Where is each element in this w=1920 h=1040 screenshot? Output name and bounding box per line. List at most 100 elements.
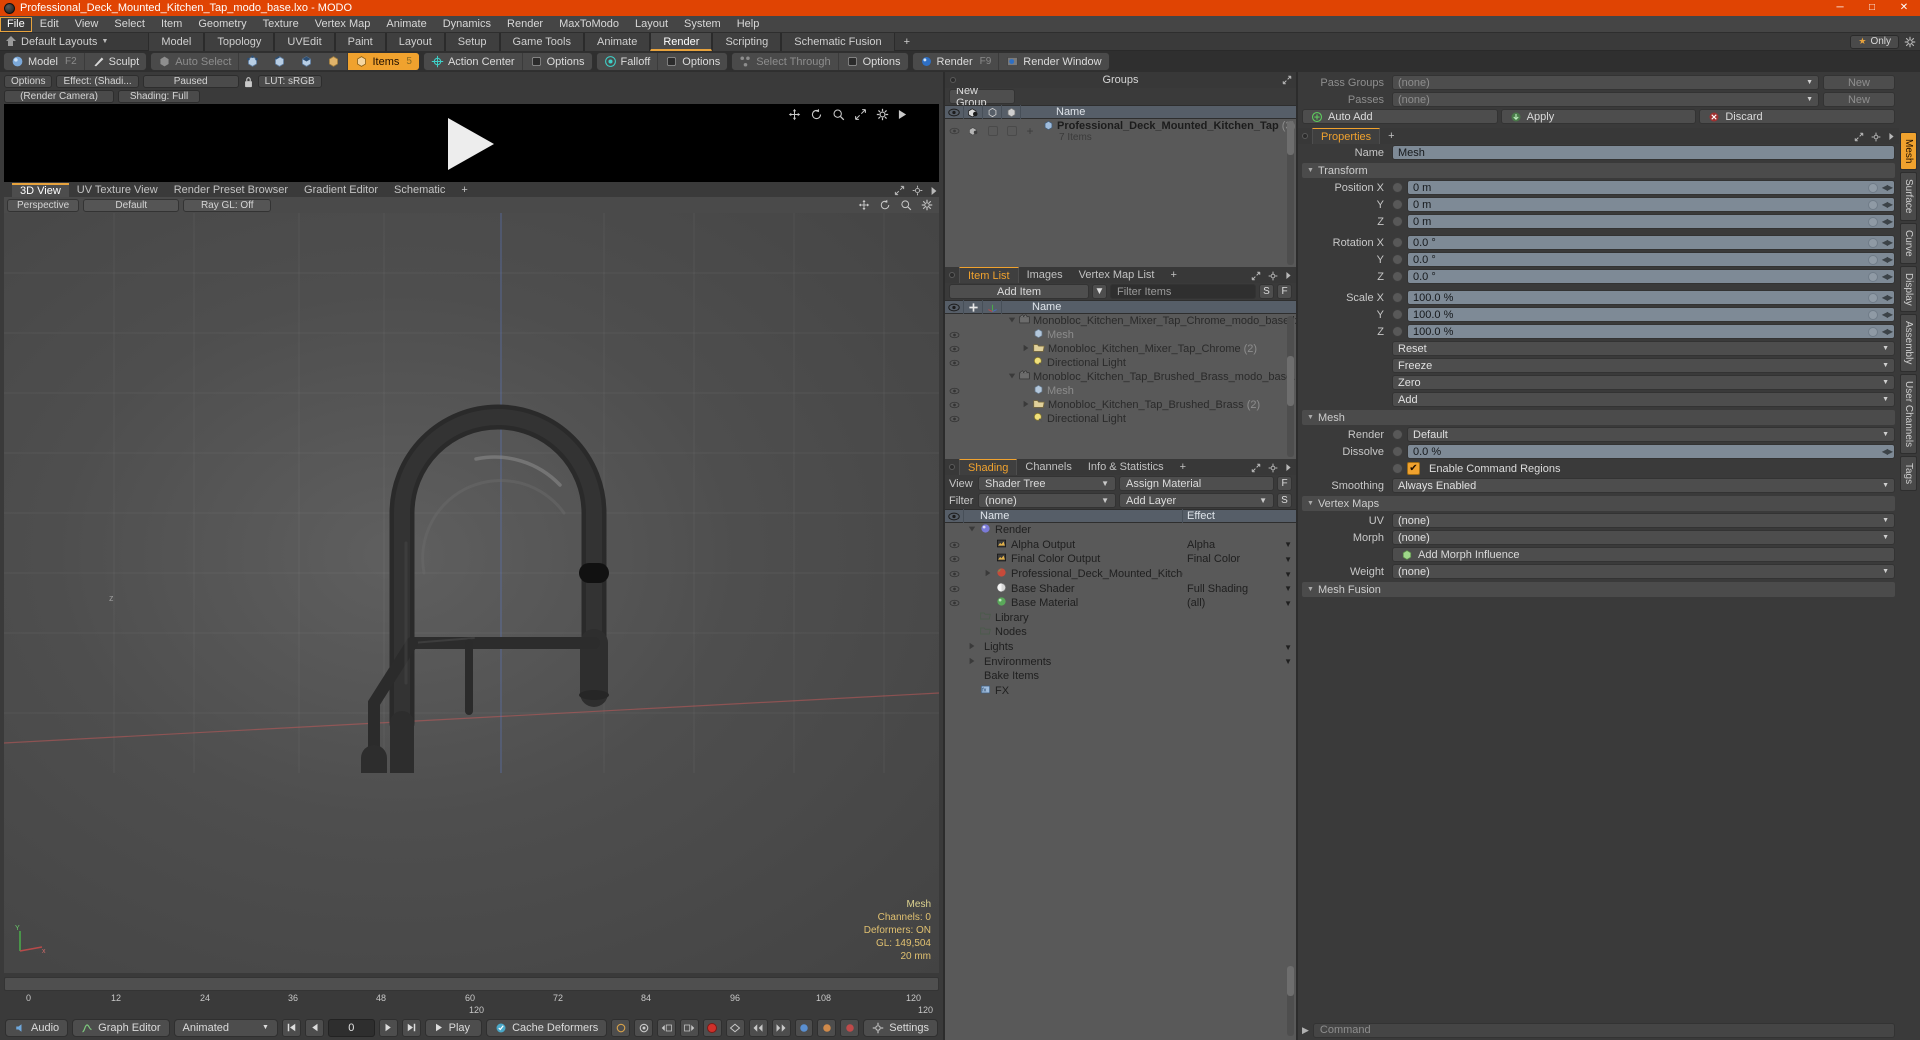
side-tab-tags[interactable]: Tags [1900, 455, 1917, 492]
item-list-row[interactable]: Directional Light [945, 356, 1296, 370]
shading-s-button[interactable]: S [1277, 493, 1292, 508]
tab-add[interactable]: + [1380, 128, 1402, 144]
zero-dropdown[interactable]: Zero [1392, 375, 1895, 390]
row-expander[interactable] [968, 641, 976, 653]
new-group-button[interactable]: New Group [949, 85, 1015, 109]
layout-tab-setup[interactable]: Setup [444, 32, 500, 51]
shading-f-button[interactable]: F [1277, 476, 1292, 491]
reset-dropdown[interactable]: Reset [1392, 341, 1895, 356]
settings-button[interactable]: Settings [863, 1018, 938, 1037]
tab-vertex-map-list[interactable]: Vertex Map List [1071, 267, 1163, 283]
menu-system[interactable]: System [676, 17, 729, 32]
scale-z-spinner[interactable]: ◀▶ [1882, 327, 1893, 336]
action-center-options-button[interactable]: Options [523, 53, 592, 70]
chevron-down-icon[interactable]: ▼ [1284, 599, 1292, 608]
scale-x-knob[interactable] [1392, 292, 1403, 303]
row-transform-toggle[interactable] [983, 356, 1002, 370]
mesh-section-header[interactable]: ▼ Mesh [1302, 410, 1895, 425]
menu-select[interactable]: Select [106, 17, 153, 32]
key-next-button[interactable] [680, 1018, 699, 1037]
position-z-spinner[interactable]: ◀▶ [1882, 217, 1893, 226]
viewport-tab-add[interactable]: + [453, 183, 476, 197]
rotate-icon[interactable] [879, 199, 891, 211]
row-lock-toggle[interactable] [964, 370, 983, 384]
gear-icon[interactable] [1268, 271, 1278, 281]
row-eye-toggle[interactable] [945, 342, 964, 356]
panel-handle-icon[interactable] [949, 464, 955, 470]
position-z-knob[interactable] [1392, 216, 1403, 227]
row-expander[interactable] [984, 583, 992, 595]
move-icon[interactable] [788, 108, 801, 121]
row-eye-toggle[interactable] [945, 314, 964, 328]
add-layer-dropdown[interactable]: Add Layer ▼ [1119, 493, 1274, 508]
row-eye-toggle[interactable] [945, 124, 964, 138]
go-to-start-button[interactable] [281, 1018, 301, 1037]
side-tab-assembly[interactable]: Assembly [1900, 314, 1917, 372]
discard-button[interactable]: Discard [1699, 109, 1896, 124]
tab-add[interactable]: + [1172, 459, 1194, 475]
position-y-spinner[interactable]: ◀▶ [1882, 200, 1893, 209]
scale-z-knob[interactable] [1392, 326, 1403, 337]
preview-options-button[interactable]: Options [4, 75, 53, 88]
tab-images[interactable]: Images [1019, 267, 1071, 283]
row-eye-toggle[interactable] [945, 541, 964, 549]
add-item-dropdown[interactable]: ▼ [1092, 284, 1107, 299]
shading-filter-dropdown[interactable]: (none) ▼ [978, 493, 1116, 508]
row-eye-toggle[interactable] [945, 585, 964, 593]
go-to-end-button[interactable] [401, 1018, 421, 1037]
pass-groups-new-button[interactable]: New [1823, 75, 1895, 90]
render-dropdown[interactable]: Default [1407, 427, 1895, 442]
row-expander[interactable]: + [1021, 124, 1039, 138]
row-eye-toggle[interactable] [945, 370, 964, 384]
gear-icon[interactable] [1871, 132, 1881, 142]
assign-material-button[interactable]: Assign Material [1119, 476, 1274, 491]
menu-maxtomodo[interactable]: MaxToModo [551, 17, 627, 32]
color-channel-2-button[interactable] [817, 1018, 837, 1037]
shading-row[interactable]: Final Color Output Final Color ▼ [945, 552, 1296, 567]
row-expander[interactable] [968, 670, 976, 682]
row-expander[interactable] [1022, 357, 1030, 369]
side-tab-curve[interactable]: Curve [1900, 222, 1917, 264]
row-eye-toggle[interactable] [945, 599, 964, 607]
row-lock-toggle[interactable] [964, 384, 983, 398]
tab-properties[interactable]: Properties [1312, 128, 1381, 144]
layout-tab-model[interactable]: Model [148, 32, 205, 51]
expand-icon[interactable] [1282, 75, 1292, 85]
shading-scrollbar[interactable] [1287, 966, 1294, 1036]
enable-command-regions-checkbox[interactable]: ✔ [1407, 462, 1420, 475]
auto-add-button[interactable]: Auto Add [1302, 109, 1498, 124]
row-effect[interactable]: Full Shading ▼ [1183, 583, 1296, 595]
scale-y-knob[interactable] [1392, 309, 1403, 320]
viewport-tab-schematic[interactable]: Schematic [386, 183, 454, 197]
sculpt-mode-button[interactable]: Sculpt [85, 53, 147, 70]
previous-frame-button[interactable] [304, 1018, 324, 1037]
row-expander[interactable] [1022, 413, 1030, 425]
viewport-3d-canvas[interactable]: z Mesh Channels: 0 Deformers: ON GL: 149… [4, 213, 939, 973]
scale-z-reset[interactable] [1868, 326, 1878, 337]
play-button[interactable]: Play [424, 1018, 483, 1037]
row-transform-toggle[interactable] [983, 314, 1002, 328]
key-prev-button[interactable] [657, 1018, 676, 1037]
rotation-x-knob[interactable] [1392, 237, 1403, 248]
chevron-down-icon[interactable]: ▼ [1284, 555, 1292, 564]
row-expander[interactable] [968, 612, 976, 624]
layout-selector[interactable]: Default Layouts ▼ [0, 35, 108, 48]
rotation-y-reset[interactable] [1868, 254, 1878, 265]
preview-effect-button[interactable]: Effect: (Shadi... [56, 75, 139, 88]
rotation-x-field[interactable]: 0.0 ° ◀▶ [1407, 235, 1895, 250]
side-tab-display[interactable]: Display [1900, 265, 1917, 313]
scale-y-field[interactable]: 100.0 % ◀▶ [1407, 307, 1895, 322]
next-frame-button[interactable] [378, 1018, 398, 1037]
morph-dropdown[interactable]: (none) [1392, 530, 1895, 545]
row-lock-toggle[interactable] [964, 328, 983, 342]
viewport-tab-render-preset-browser[interactable]: Render Preset Browser [165, 183, 297, 197]
scale-x-spinner[interactable]: ◀▶ [1882, 293, 1893, 302]
edges-mode-button[interactable] [266, 53, 293, 70]
menu-texture[interactable]: Texture [255, 17, 307, 32]
row-eye-toggle[interactable] [945, 570, 964, 578]
model-mode-button[interactable]: Model F2 [4, 53, 84, 70]
rotate-icon[interactable] [810, 108, 823, 121]
preview-lut-button[interactable]: LUT: sRGB [257, 75, 322, 88]
menu-view[interactable]: View [67, 17, 107, 32]
expand-icon[interactable] [894, 185, 905, 196]
